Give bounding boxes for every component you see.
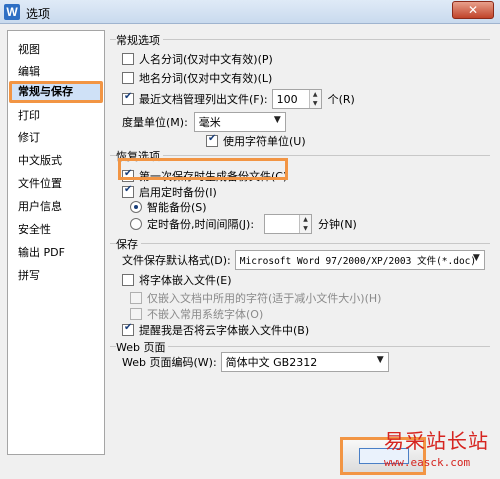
options-category-list: 视图 编辑 常规与保存 打印 修订 中文版式 文件位置 用户信息 安全性 输出 …: [7, 30, 105, 455]
timed-interval-radio[interactable]: [130, 218, 142, 230]
title-bar: W 选项 ✕: [0, 0, 500, 24]
watermark-url: www.easck.com: [384, 456, 471, 469]
web-encoding-select[interactable]: 简体中文 GB2312 ▼: [220, 352, 389, 372]
spin-up-icon[interactable]: ▲: [300, 215, 311, 224]
recent-unit-label: 个(R): [327, 93, 355, 106]
spin-up-icon[interactable]: ▲: [310, 90, 321, 99]
default-format-label: 文件保存默认格式(D):: [122, 254, 231, 267]
group-divider: [110, 155, 490, 156]
recent-docs-label: 最近文档管理列出文件(F):: [139, 93, 268, 106]
spin-down-icon[interactable]: ▼: [300, 224, 311, 233]
place-name-label: 地名分词(仅对中文有效)(L): [139, 72, 273, 85]
no-common-fonts-checkbox[interactable]: [130, 308, 142, 320]
group-divider: [110, 243, 490, 244]
sidebar-item-spelling[interactable]: 拼写: [9, 265, 103, 287]
person-name-label: 人名分词(仅对中文有效)(P): [139, 53, 273, 66]
smart-backup-option[interactable]: 智能备份(S): [130, 199, 207, 215]
watermark: 易采站长站 www.easck.com: [384, 425, 500, 469]
measure-unit-row: 度量单位(M): 毫米 ▼: [122, 112, 286, 132]
recent-docs-checkbox[interactable]: [122, 91, 134, 105]
embed-fonts-option[interactable]: 将字体嵌入文件(E): [122, 272, 232, 288]
sidebar-item-output-pdf[interactable]: 输出 PDF: [9, 242, 103, 264]
highlight-box: [118, 158, 288, 180]
embed-used-chars-label: 仅嵌入文档中所用的字符(适于减小文件大小)(H): [147, 292, 382, 305]
smart-backup-label: 智能备份(S): [147, 201, 207, 214]
interval-unit-label: 分钟(N): [318, 218, 357, 231]
no-common-fonts-label: 不嵌入常用系统字体(O): [147, 308, 264, 321]
recent-count-stepper[interactable]: 100 ▲ ▼: [271, 89, 322, 109]
watermark-title: 易采站长站: [384, 429, 489, 453]
web-encoding-label: Web 页面编码(W):: [122, 356, 217, 369]
sidebar-item-general-save[interactable]: 常规与保存: [9, 81, 103, 103]
chevron-down-icon: ▼: [376, 355, 384, 365]
person-name-option[interactable]: 人名分词(仅对中文有效)(P): [122, 51, 273, 67]
spin-down-icon[interactable]: ▼: [310, 99, 321, 108]
chevron-down-icon: ▼: [273, 115, 281, 125]
default-format-value: Microsoft Word 97/2000/XP/2003 文件(*.doc): [239, 256, 477, 267]
window-title: 选项: [26, 7, 51, 21]
group-divider: [110, 39, 490, 40]
interval-stepper[interactable]: ▲ ▼: [264, 214, 313, 234]
timed-backup-label: 启用定时备份(I): [139, 186, 217, 199]
timed-backup-checkbox[interactable]: [122, 184, 134, 198]
recent-count-value[interactable]: 100: [273, 93, 309, 106]
web-encoding-value: 简体中文 GB2312: [225, 356, 318, 369]
remind-cloud-checkbox[interactable]: [122, 322, 134, 336]
remind-cloud-label: 提醒我是否将云字体嵌入文件中(B): [139, 324, 310, 337]
default-format-row: 文件保存默认格式(D): Microsoft Word 97/2000/XP/2…: [122, 250, 485, 270]
no-common-fonts-option[interactable]: 不嵌入常用系统字体(O): [130, 306, 263, 322]
measure-unit-select[interactable]: 毫米 ▼: [193, 112, 286, 132]
timed-interval-label: 定时备份,时间间隔(J):: [147, 218, 255, 231]
char-unit-label: 使用字符单位(U): [223, 135, 306, 148]
wps-writer-icon: W: [4, 4, 20, 20]
char-unit-checkbox[interactable]: [206, 133, 218, 147]
embed-used-chars-option[interactable]: 仅嵌入文档中所用的字符(适于减小文件大小)(H): [130, 290, 381, 306]
sidebar-item-user-info[interactable]: 用户信息: [9, 196, 103, 218]
person-name-checkbox[interactable]: [122, 53, 134, 65]
chevron-down-icon: ▼: [472, 253, 480, 263]
measure-unit-value: 毫米: [198, 116, 221, 129]
remind-cloud-option[interactable]: 提醒我是否将云字体嵌入文件中(B): [122, 322, 309, 338]
measure-unit-label: 度量单位(M):: [122, 116, 188, 129]
place-name-option[interactable]: 地名分词(仅对中文有效)(L): [122, 70, 272, 86]
char-unit-option[interactable]: 使用字符单位(U): [206, 133, 306, 149]
default-format-select[interactable]: Microsoft Word 97/2000/XP/2003 文件(*.doc)…: [234, 250, 485, 270]
timed-backup-option[interactable]: 启用定时备份(I): [122, 184, 217, 200]
sidebar-item-view[interactable]: 视图: [9, 39, 103, 61]
sidebar-item-print[interactable]: 打印: [9, 105, 103, 127]
group-title-general: 常规选项: [116, 32, 163, 48]
smart-backup-radio[interactable]: [130, 201, 142, 213]
dialog-client: 视图 编辑 常规与保存 打印 修订 中文版式 文件位置 用户信息 安全性 输出 …: [0, 24, 500, 479]
embed-used-chars-checkbox[interactable]: [130, 292, 142, 304]
web-encoding-row: Web 页面编码(W): 简体中文 GB2312 ▼: [122, 352, 389, 372]
embed-fonts-checkbox[interactable]: [122, 274, 134, 286]
sidebar-item-file-location[interactable]: 文件位置: [9, 173, 103, 195]
sidebar-item-edit[interactable]: 编辑: [9, 61, 103, 83]
embed-fonts-label: 将字体嵌入文件(E): [139, 274, 232, 287]
sidebar-item-revision[interactable]: 修订: [9, 127, 103, 149]
sidebar-item-security[interactable]: 安全性: [9, 219, 103, 241]
recent-docs-option[interactable]: 最近文档管理列出文件(F): 100 ▲▼ 个(R): [122, 89, 355, 109]
sidebar-item-chinese-layout[interactable]: 中文版式: [9, 150, 103, 172]
timed-interval-option[interactable]: 定时备份,时间间隔(J): ▲ ▼ 分钟(N): [130, 214, 357, 234]
place-name-checkbox[interactable]: [122, 72, 134, 84]
close-button[interactable]: ✕: [452, 1, 494, 19]
